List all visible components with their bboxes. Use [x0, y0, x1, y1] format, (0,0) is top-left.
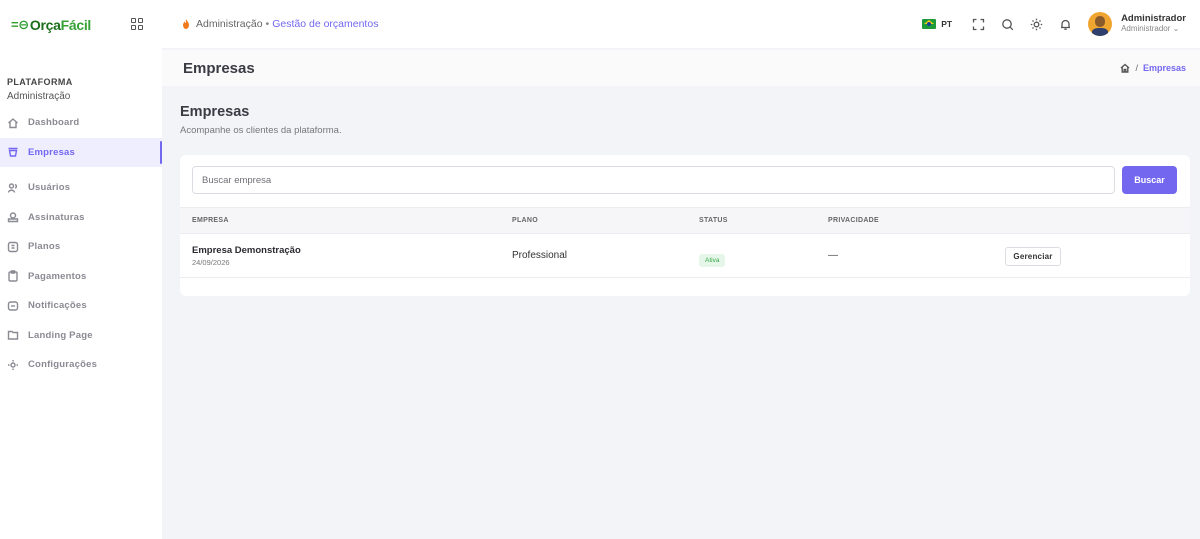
- platform-subtitle: Administração: [7, 91, 71, 102]
- top-breadcrumb: Administração • Gestão de orçamentos: [182, 18, 378, 30]
- brand-logo[interactable]: =⊖ Orça Fácil: [11, 17, 91, 33]
- sidebar-item-assinaturas[interactable]: Assinaturas: [0, 203, 162, 233]
- language-selector[interactable]: PT: [922, 19, 952, 29]
- page-breadcrumb: / Empresas: [1120, 50, 1186, 86]
- grid-menu-icon[interactable]: [131, 18, 143, 30]
- column-header-plano: PLANO: [512, 217, 538, 224]
- logo-text-suffix: Fácil: [60, 17, 92, 33]
- table-row: Empresa Demonstração 24/09/2026 Professi…: [180, 234, 1190, 278]
- user-name: Administrador: [1121, 12, 1186, 24]
- logo-mark-icon: =⊖: [11, 17, 29, 32]
- sidebar-item-label: Empresas: [28, 146, 76, 158]
- company-date: 24/09/2026: [192, 258, 230, 267]
- section-subtitle: Acompanhe os clientes da plataforma.: [180, 125, 342, 136]
- sidebar-item-label: Usuários: [28, 182, 71, 194]
- sidebar-item-usuarios[interactable]: Usuários: [0, 173, 162, 203]
- language-code: PT: [941, 19, 953, 29]
- sidebar-item-label: Notificações: [28, 300, 87, 312]
- subscription-icon: [7, 211, 19, 223]
- search-input[interactable]: [192, 166, 1115, 194]
- page-breadcrumb-separator: /: [1135, 63, 1138, 73]
- status-badge: Ativa: [699, 254, 726, 267]
- avatar[interactable]: [1088, 12, 1113, 36]
- flame-icon: [183, 19, 189, 29]
- cell-privacidade: —: [828, 250, 838, 261]
- sidebar-item-landing-page[interactable]: Landing Page: [0, 321, 162, 351]
- table-header: EMPRESA PLANO STATUS PRIVACIDADE: [180, 207, 1190, 234]
- fullscreen-icon[interactable]: [972, 18, 985, 31]
- page-breadcrumb-current: Empresas: [1142, 63, 1186, 73]
- breadcrumb-root[interactable]: Administração: [196, 18, 263, 30]
- sidebar-item-label: Planos: [28, 241, 61, 253]
- sidebar-item-label: Landing Page: [28, 329, 93, 341]
- clipboard-icon: [7, 270, 19, 282]
- sidebar-item-empresas[interactable]: Empresas: [0, 137, 162, 167]
- platform-title: PLATAFORMA: [7, 77, 73, 87]
- cell-plano: Professional: [512, 250, 568, 261]
- breadcrumb-current[interactable]: Gestão de orçamentos: [272, 18, 378, 30]
- sidebar-item-dashboard[interactable]: Dashboard: [0, 108, 162, 138]
- users-icon: [7, 182, 19, 194]
- page-header: Empresas / Empresas: [162, 50, 1200, 86]
- company-name: Empresa Demonstração: [192, 245, 301, 256]
- column-header-empresa: EMPRESA: [192, 217, 229, 224]
- search-row: Buscar: [192, 166, 1177, 194]
- sidebar-item-planos[interactable]: Planos: [0, 232, 162, 262]
- sidebar-item-label: Dashboard: [28, 117, 80, 129]
- settings-icon: [7, 359, 19, 371]
- companies-card: Buscar EMPRESA PLANO STATUS PRIVACIDADE …: [180, 155, 1190, 296]
- bell-box-icon: [7, 300, 19, 312]
- search-button[interactable]: Buscar: [1122, 166, 1177, 194]
- topbar: Administração • Gestão de orçamentos PT …: [162, 0, 1200, 48]
- sidebar-nav: Dashboard Empresas Usuários Assinaturas …: [0, 108, 162, 380]
- sidebar: =⊖ Orça Fácil PLATAFORMA Administração Da…: [0, 0, 162, 539]
- sidebar-item-pagamentos[interactable]: Pagamentos: [0, 262, 162, 292]
- section-title: Empresas: [180, 104, 250, 120]
- page-title: Empresas: [183, 59, 255, 77]
- user-role: Administrador ⌄: [1121, 24, 1180, 34]
- platform-section: PLATAFORMA Administração: [0, 50, 162, 102]
- sidebar-item-notificacoes[interactable]: Notificações: [0, 291, 162, 321]
- column-header-status: STATUS: [699, 217, 728, 224]
- home-icon: [7, 117, 19, 129]
- plans-icon: [7, 241, 19, 253]
- sidebar-item-label: Configurações: [28, 359, 98, 371]
- topbar-actions: PT Administrador Administrador ⌄: [922, 0, 1186, 48]
- column-header-privacidade: PRIVACIDADE: [828, 217, 880, 224]
- bell-icon[interactable]: [1059, 18, 1072, 31]
- folder-icon: [7, 329, 19, 341]
- sun-icon[interactable]: [1030, 18, 1043, 31]
- breadcrumb-separator: •: [265, 18, 270, 30]
- building-icon: [7, 146, 19, 158]
- sidebar-item-configuracoes[interactable]: Configurações: [0, 350, 162, 380]
- user-menu[interactable]: Administrador Administrador ⌄: [1121, 12, 1186, 34]
- cell-status: Ativa: [699, 249, 726, 267]
- logo-row: =⊖ Orça Fácil: [0, 0, 162, 50]
- logo-text-prefix: Orça: [29, 17, 61, 33]
- main-content: Empresas Acompanhe os clientes da plataf…: [180, 86, 1190, 296]
- search-icon[interactable]: [1001, 18, 1014, 31]
- home-icon[interactable]: [1120, 63, 1130, 73]
- sidebar-item-label: Pagamentos: [28, 270, 87, 282]
- sidebar-item-label: Assinaturas: [28, 211, 85, 223]
- cell-action: Gerenciar: [1005, 246, 1061, 266]
- cell-empresa: Empresa Demonstração 24/09/2026: [192, 245, 301, 267]
- brazil-flag-icon: [922, 19, 937, 29]
- manage-button[interactable]: Gerenciar: [1005, 247, 1061, 266]
